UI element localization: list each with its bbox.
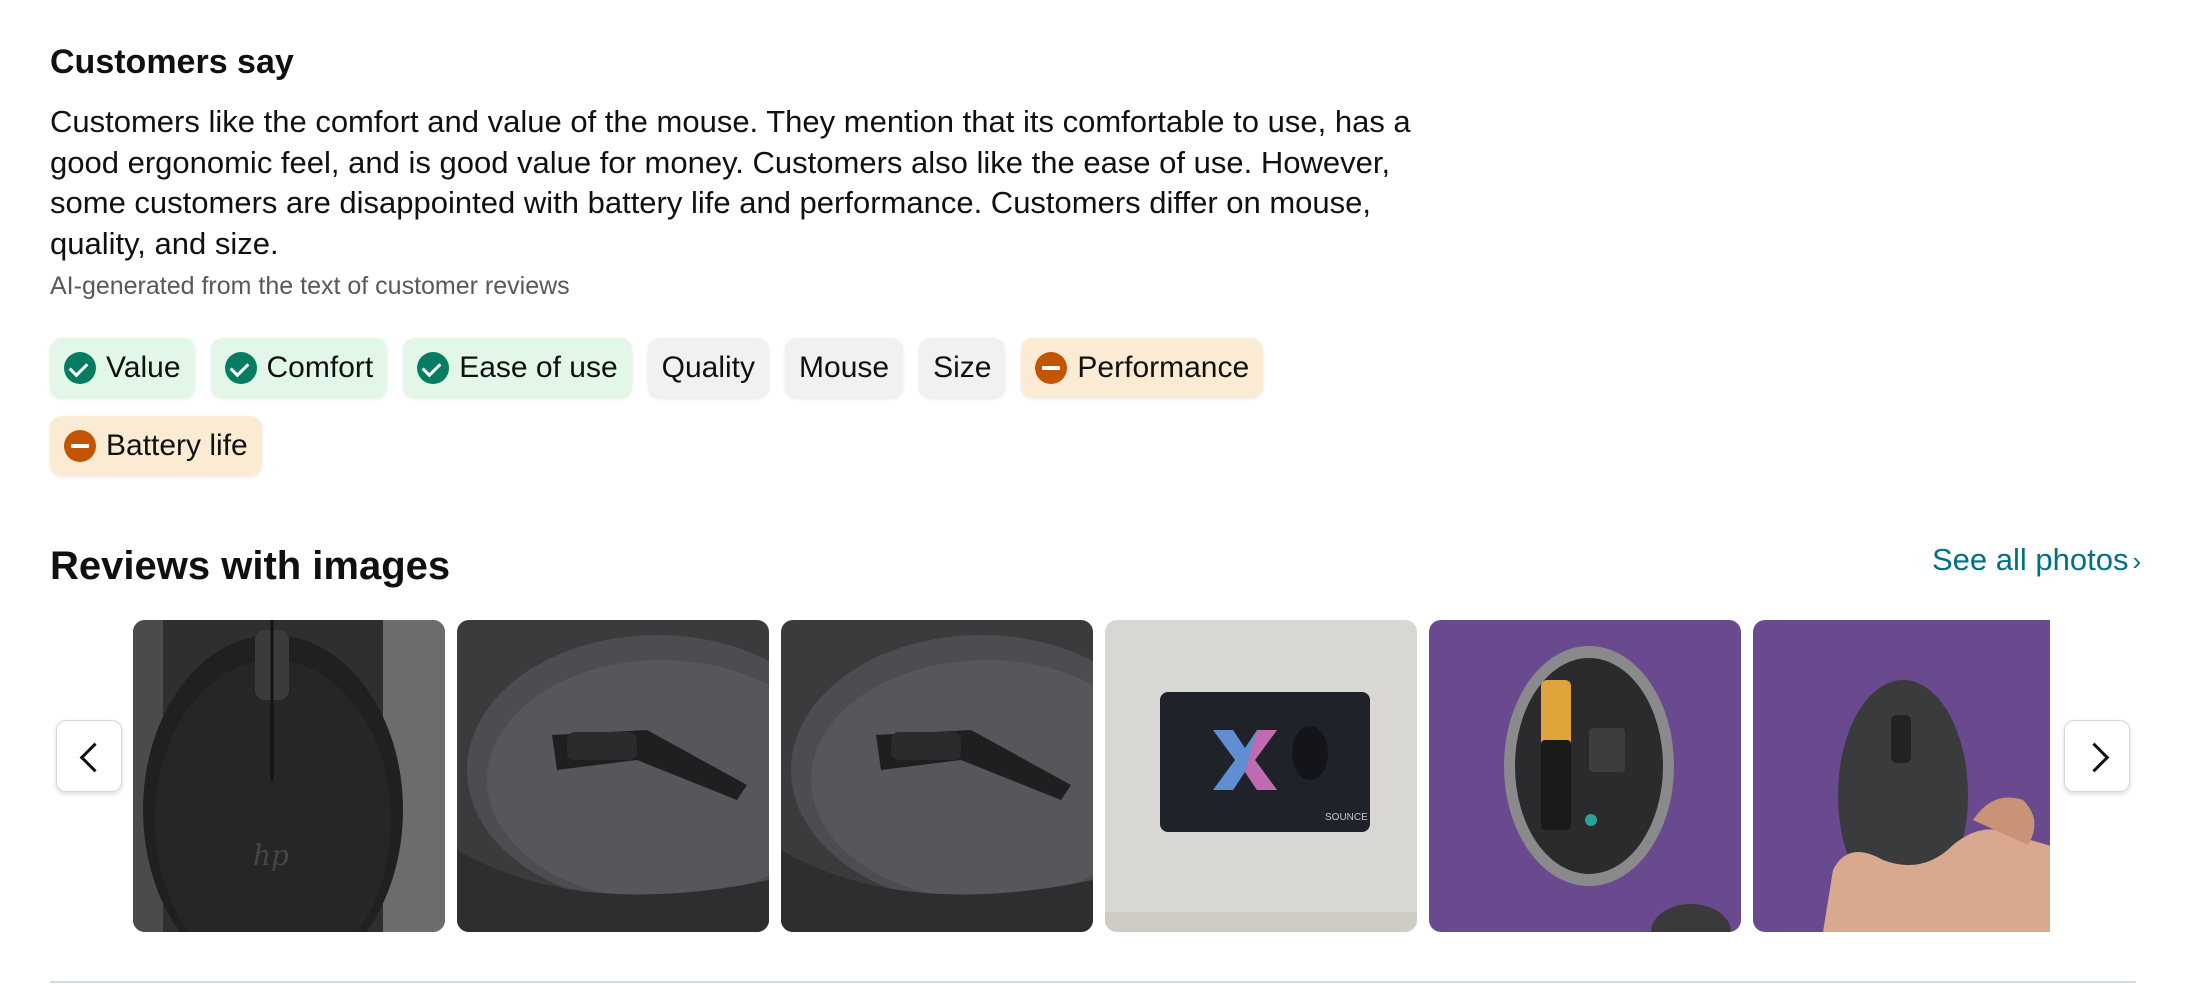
- aspect-chip-performance[interactable]: Performance: [1021, 338, 1264, 398]
- check-circle-icon: [417, 352, 450, 384]
- check-circle-icon: [224, 352, 257, 384]
- review-image-thumbnail[interactable]: SOUNCE: [1105, 620, 1417, 932]
- see-all-photos-label: See all photos: [1932, 542, 2129, 577]
- review-summary-text: Customers like the comfort and value of …: [50, 104, 1411, 261]
- review-image-thumbnail[interactable]: [457, 620, 769, 932]
- aspect-chip-ease-of-use[interactable]: Ease of use: [403, 338, 632, 398]
- aspect-chip-value[interactable]: Value: [50, 338, 195, 398]
- chevron-left-icon: [79, 742, 110, 773]
- aspect-chip-comfort[interactable]: Comfort: [210, 338, 388, 398]
- chevron-right-icon: [2079, 742, 2110, 773]
- ai-generated-note: AI-generated from the text of customer r…: [50, 272, 570, 300]
- review-image-thumbnail[interactable]: [781, 620, 1093, 932]
- check-circle-icon: [64, 352, 96, 384]
- review-image-thumbnail[interactable]: [1753, 620, 2050, 932]
- minus-circle-icon: [64, 430, 96, 462]
- see-all-photos-link[interactable]: See all photos ›: [1932, 542, 2141, 578]
- aspect-label: Ease of use: [459, 351, 618, 384]
- chevron-right-icon: ›: [2132, 546, 2142, 576]
- aspect-label: Size: [933, 351, 992, 384]
- svg-text:hp: hp: [253, 839, 289, 872]
- mouse-top-view-image: hp: [133, 620, 445, 932]
- aspect-label: Quality: [661, 351, 756, 384]
- hand-holding-mouse-image: [1753, 620, 2050, 932]
- mouse-angled-image: [781, 620, 1093, 932]
- aspect-chip-size[interactable]: Size: [919, 338, 1006, 398]
- minus-circle-icon: [1035, 352, 1068, 384]
- aspect-label: Performance: [1077, 351, 1250, 384]
- aspect-label: Battery life: [106, 429, 248, 462]
- aspect-label: Comfort: [266, 351, 374, 384]
- reviews-with-images-heading: Reviews with images: [50, 544, 451, 588]
- review-image-thumbnail[interactable]: [1429, 620, 1741, 932]
- review-images-carousel: hp SOUNCE: [133, 620, 2050, 932]
- svg-text:SOUNCE: SOUNCE: [1325, 812, 1368, 823]
- carousel-next-button[interactable]: [2064, 720, 2130, 792]
- review-image-thumbnail[interactable]: hp: [133, 620, 445, 932]
- mousepad-image: SOUNCE: [1105, 620, 1417, 932]
- aspect-label: Value: [106, 351, 181, 384]
- aspect-chip-quality[interactable]: Quality: [647, 338, 770, 398]
- mouse-battery-compartment-image: [1429, 620, 1741, 932]
- carousel-prev-button[interactable]: [56, 720, 122, 792]
- customers-say-heading: Customers say: [50, 43, 294, 81]
- aspect-chips: Value Comfort Ease of use Quality Mouse …: [50, 338, 1350, 476]
- aspect-chip-battery-life[interactable]: Battery life: [50, 416, 262, 476]
- aspect-chip-mouse[interactable]: Mouse: [785, 338, 904, 398]
- mouse-angled-image: [457, 620, 769, 932]
- aspect-label: Mouse: [799, 351, 890, 384]
- section-divider: [50, 981, 2136, 983]
